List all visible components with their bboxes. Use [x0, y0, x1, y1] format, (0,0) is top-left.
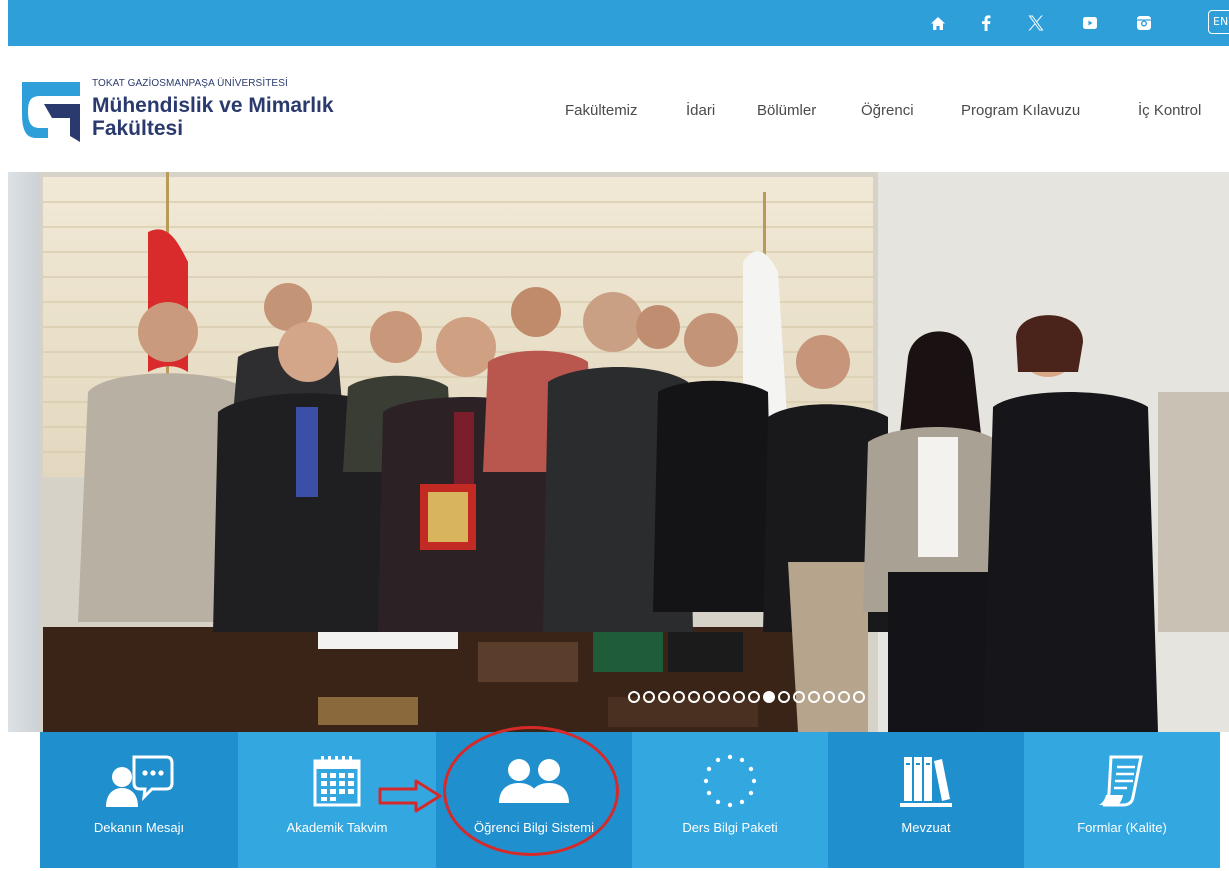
tile-label: Mevzuat: [901, 820, 951, 835]
two-users-icon: [497, 750, 571, 812]
tile-ders-bilgi-paketi[interactable]: Ders Bilgi Paketi: [632, 732, 828, 868]
nav-ogrenci[interactable]: Öğrenci: [861, 102, 914, 119]
nav-idari[interactable]: İdari: [686, 102, 715, 119]
youtube-icon[interactable]: [1076, 9, 1104, 37]
calendar-icon: [313, 750, 361, 812]
slider-dot[interactable]: [628, 691, 640, 703]
quick-links-bar: Dekanın Mesajı Akademik Takvim Öğrenci B…: [0, 732, 1229, 871]
slider-dot[interactable]: [688, 691, 700, 703]
top-bar: EN: [8, 0, 1229, 46]
slider-dot[interactable]: [823, 691, 835, 703]
slider-dot[interactable]: [838, 691, 850, 703]
slider-dot[interactable]: [658, 691, 670, 703]
slider-dot[interactable]: [703, 691, 715, 703]
slider-dot[interactable]: [673, 691, 685, 703]
slider-dot[interactable]: [748, 691, 760, 703]
facebook-icon[interactable]: [972, 9, 1000, 37]
slider-prev-edge[interactable]: [8, 172, 40, 732]
tile-label: Öğrenci Bilgi Sistemi: [474, 820, 594, 835]
tile-label: Ders Bilgi Paketi: [682, 820, 778, 835]
slider-dot[interactable]: [643, 691, 655, 703]
tile-mevzuat[interactable]: Mevzuat: [828, 732, 1024, 868]
nav-fakultemiz[interactable]: Fakültemiz: [565, 102, 638, 119]
site-header: TOKAT GAZİOSMANPAŞA ÜNİVERSİTESİ Mühendi…: [0, 46, 1229, 172]
books-icon: [898, 750, 954, 812]
tile-label: Dekanın Mesajı: [93, 820, 185, 835]
faculty-name[interactable]: Mühendislik ve Mimarlık Fakültesi: [92, 94, 362, 140]
language-switch-en[interactable]: EN: [1208, 10, 1229, 34]
nav-bolumler[interactable]: Bölümler: [757, 102, 816, 119]
hero-photo: [8, 172, 1229, 732]
slider-dot[interactable]: [718, 691, 730, 703]
eu-stars-icon: [700, 750, 760, 812]
slider-pagination: [628, 691, 865, 705]
nav-program-kilavuzu[interactable]: Program Kılavuzu: [961, 102, 1080, 119]
tile-ogrenci-bilgi-sistemi[interactable]: Öğrenci Bilgi Sistemi: [436, 732, 632, 868]
hero-slider[interactable]: [8, 172, 1229, 732]
home-icon[interactable]: [924, 9, 952, 37]
tile-label: Akademik Takvim: [286, 820, 388, 835]
nav-ic-kontrol[interactable]: İç Kontrol: [1138, 102, 1201, 119]
document-icon: [1097, 750, 1147, 812]
university-logo-icon[interactable]: [18, 78, 84, 146]
annotation-arrow-icon: [378, 779, 442, 813]
x-twitter-icon[interactable]: [1022, 9, 1050, 37]
slider-dot[interactable]: [808, 691, 820, 703]
instagram-icon[interactable]: [1130, 9, 1158, 37]
slider-dot[interactable]: [778, 691, 790, 703]
slider-dot[interactable]: [763, 691, 775, 703]
tile-label: Formlar (Kalite): [1077, 820, 1167, 835]
page: EN TOKAT GAZİOSMANPAŞA ÜNİVERSİTESİ Mühe…: [0, 0, 1229, 871]
university-name: TOKAT GAZİOSMANPAŞA ÜNİVERSİTESİ: [92, 78, 288, 89]
tile-formlar-kalite[interactable]: Formlar (Kalite): [1024, 732, 1220, 868]
slider-dot[interactable]: [853, 691, 865, 703]
slider-dot[interactable]: [793, 691, 805, 703]
slider-dot[interactable]: [733, 691, 745, 703]
speech-bubble-person-icon: [104, 750, 174, 812]
tile-dekanin-mesaji[interactable]: Dekanın Mesajı: [40, 732, 238, 868]
